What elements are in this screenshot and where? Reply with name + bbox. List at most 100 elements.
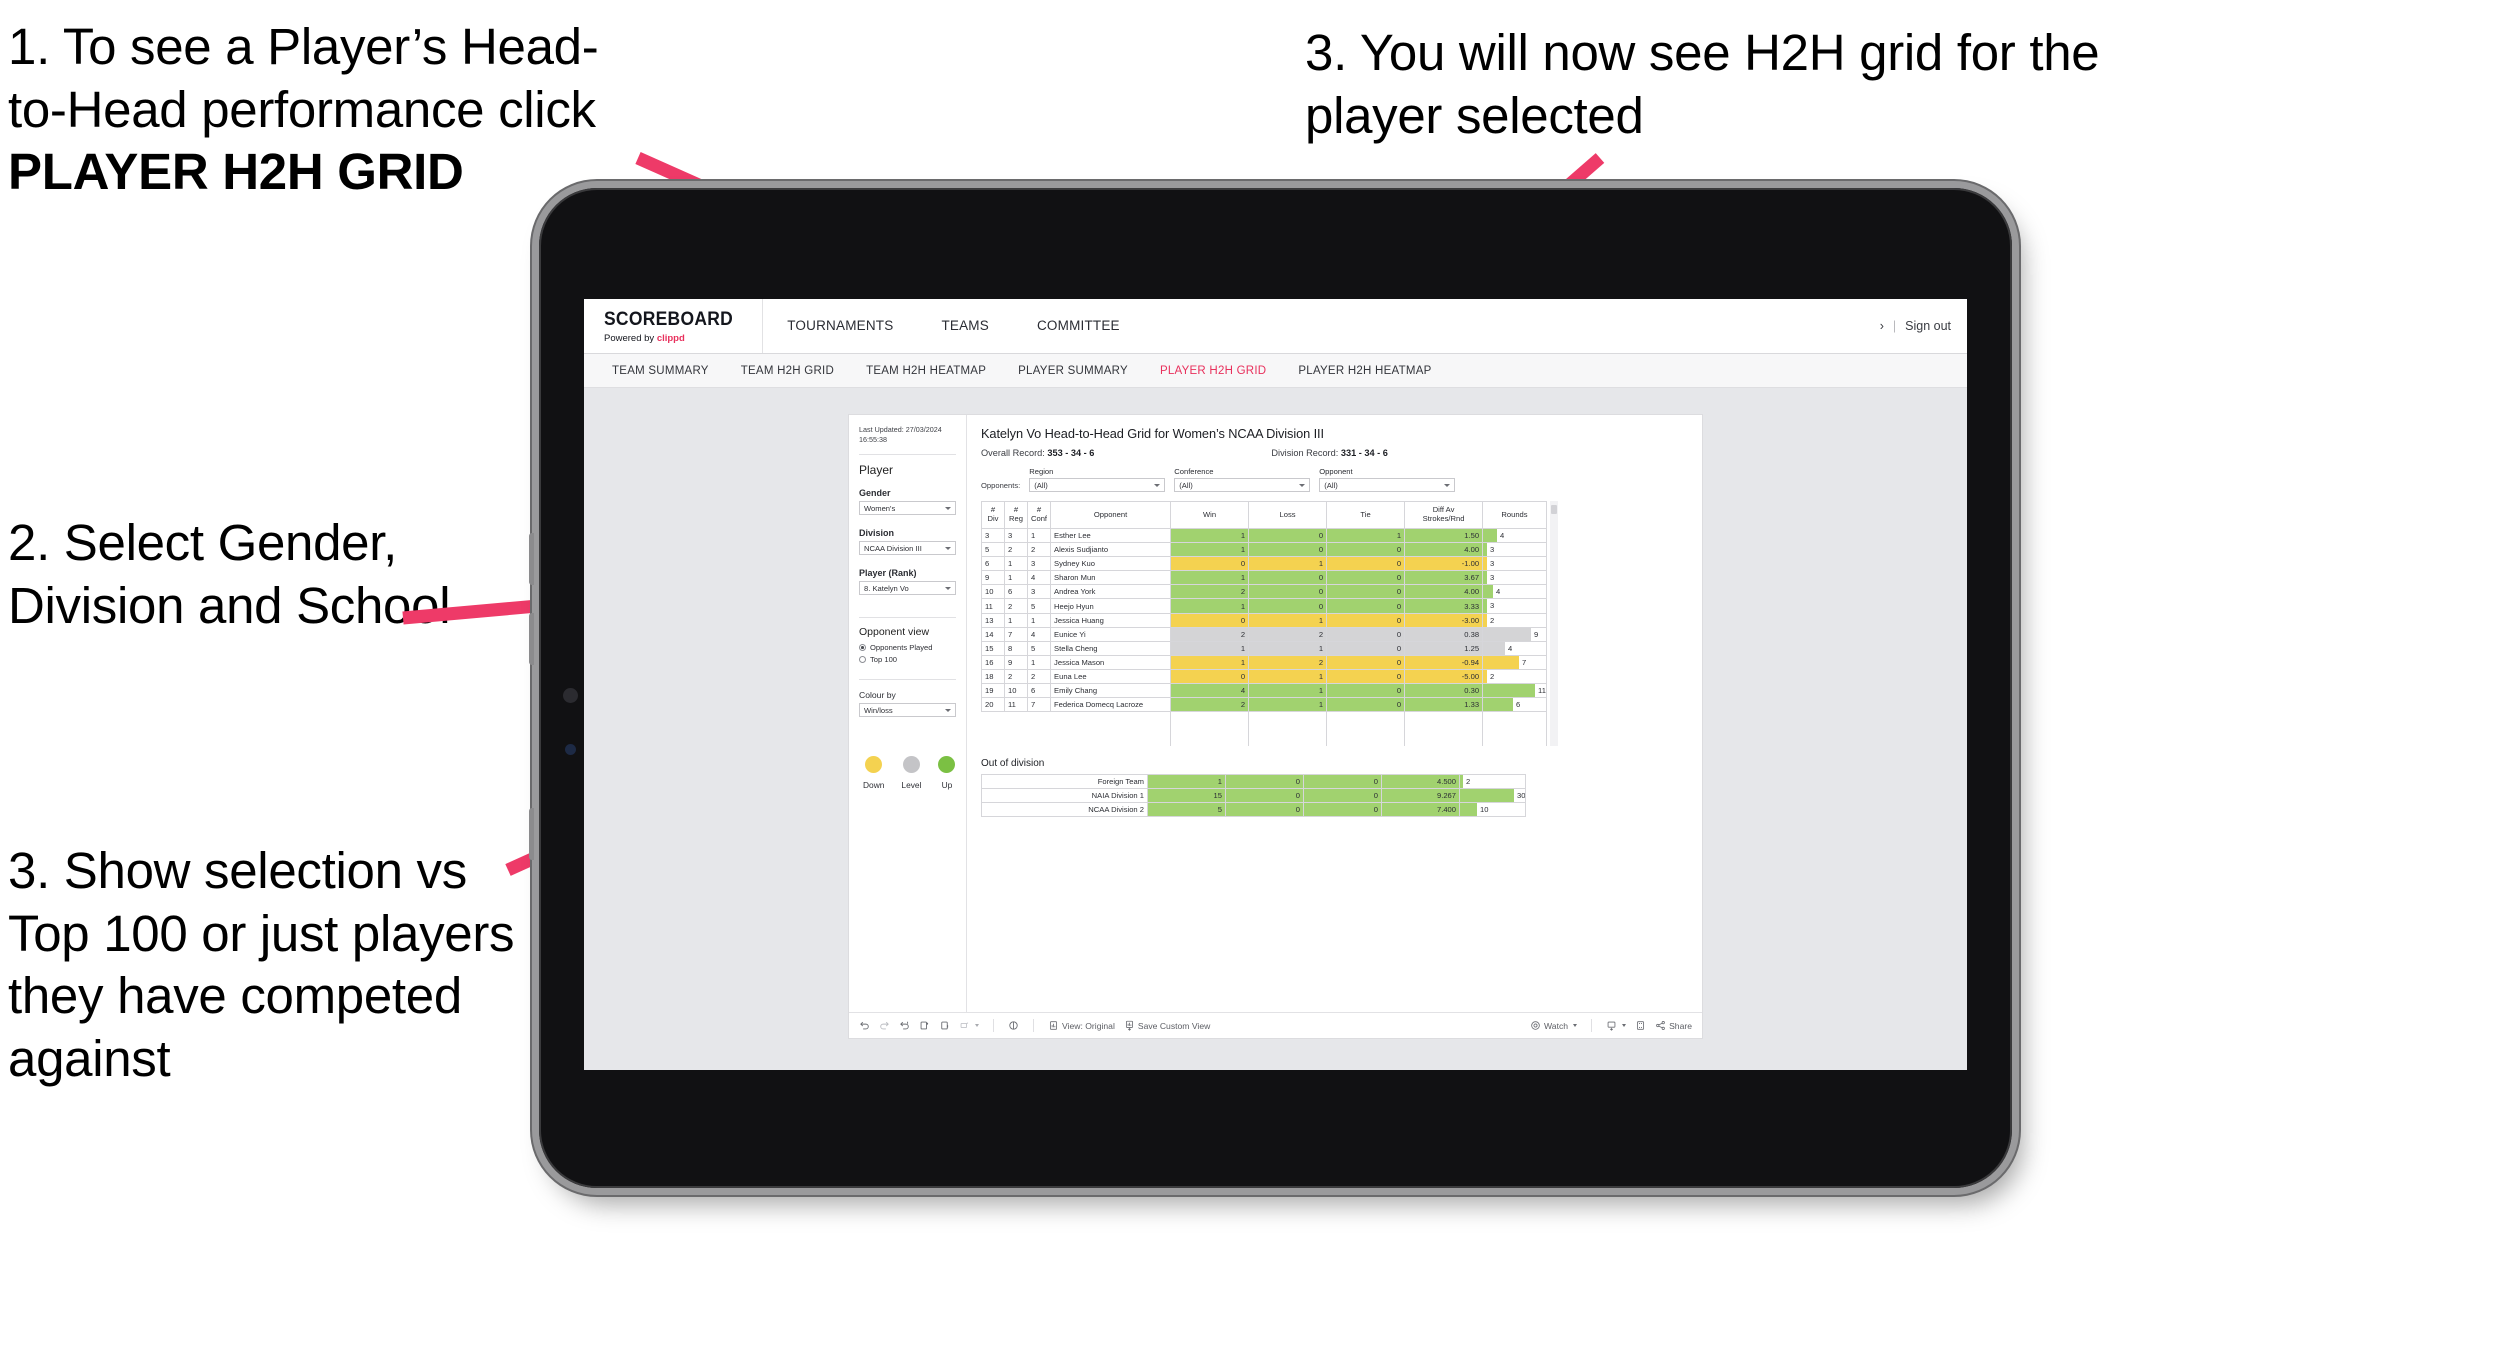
sign-out-link[interactable]: Sign out	[1905, 319, 1951, 333]
table-header-row: # Div # Reg # Conf Opponent Win Loss Tie Di…	[981, 501, 1547, 529]
tab-player-h2h-heatmap[interactable]: PLAYER H2H HEATMAP	[1282, 365, 1447, 377]
filter-region-select[interactable]: (All)	[1029, 478, 1166, 492]
cell-rounds: 2	[1482, 668, 1547, 685]
out-of-division-row[interactable]: Foreign Team 1 0 0 4.500 2	[981, 773, 1527, 789]
table-row[interactable]: 6 1 3 Sydney Kuo 0 1 0 -1.00 3	[981, 556, 1547, 572]
radio-top-100[interactable]: Top 100	[859, 655, 956, 664]
tab-team-summary[interactable]: TEAM SUMMARY	[596, 365, 725, 377]
cell-tie: 0	[1326, 640, 1406, 656]
save-custom-view-button[interactable]: Save Custom View	[1124, 1020, 1210, 1031]
cell-loss: 1	[1248, 697, 1328, 713]
filter-opponent-select[interactable]: (All)	[1319, 478, 1456, 492]
power-button[interactable]	[529, 808, 534, 860]
table-row[interactable]: 18 2 2 Euna Lee 0 1 0 -5.00 2	[981, 668, 1547, 685]
table-vertical-scrollbar[interactable]	[1549, 501, 1558, 746]
chevron-down-icon	[945, 587, 951, 591]
nav-item-teams[interactable]: TEAMS	[917, 299, 1013, 353]
nav-item-tournaments[interactable]: TOURNAMENTS	[763, 299, 917, 353]
cell-rounds: 4	[1482, 527, 1547, 544]
cell-reg: 1	[1004, 570, 1028, 586]
radio-top-100-label: Top 100	[870, 655, 898, 665]
cell-opponent: Eunice Yi	[1050, 626, 1172, 642]
table-row[interactable]: 9 1 4 Sharon Mun 1 0 0 3.67 3	[981, 570, 1547, 586]
out-of-division-row[interactable]: NCAA Division 2 5 0 0 7.400 10	[981, 801, 1527, 818]
table-row[interactable]: 13 1 1 Jessica Huang 0 1 0 -3.00 2	[981, 612, 1547, 628]
pause-button[interactable]	[939, 1020, 950, 1031]
out-of-division-row[interactable]: NAIA Division 1 15 0 0 9.267 30	[981, 787, 1527, 803]
chevron-down-icon	[1444, 484, 1451, 487]
col-win[interactable]: Win	[1170, 501, 1250, 529]
cell-win: 0	[1170, 556, 1250, 572]
col-reg[interactable]: # Reg	[1004, 501, 1028, 529]
cell-opponent: Sharon Mun	[1050, 570, 1172, 586]
cell-conf: 3	[1026, 584, 1052, 600]
table-scrollbar-thumb[interactable]	[1550, 505, 1557, 514]
highlight-button[interactable]	[1008, 1020, 1019, 1031]
radio-opponents-played[interactable]: Opponents Played	[859, 643, 956, 652]
table-row[interactable]: 11 2 5 Heejo Hyun 1 0 0 3.33 3	[981, 598, 1547, 614]
col-div[interactable]: # Div	[981, 501, 1005, 529]
account-chevron-icon[interactable]: ›	[1880, 319, 1884, 333]
col-loss[interactable]: Loss	[1248, 501, 1328, 529]
filter-gender-value: Women's	[864, 503, 896, 513]
redo-button[interactable]	[879, 1020, 890, 1031]
tab-team-h2h-heatmap[interactable]: TEAM H2H HEATMAP	[850, 365, 1002, 377]
cell-reg: 9	[1004, 654, 1028, 670]
share-button[interactable]: Share	[1655, 1020, 1692, 1031]
table-row[interactable]: 14 7 4 Eunice Yi 2 2 0 0.38 9	[981, 626, 1547, 642]
filter-region: Region (All)	[1029, 467, 1166, 492]
cell-div: 5	[981, 542, 1005, 558]
filter-gender-select[interactable]: Women's	[859, 501, 956, 516]
table-row[interactable]: 15 8 5 Stella Cheng 1 1 0 1.25 4	[981, 640, 1547, 656]
col-opponent[interactable]: Opponent	[1050, 501, 1172, 529]
col-tie[interactable]: Tie	[1326, 501, 1406, 529]
tab-player-summary[interactable]: PLAYER SUMMARY	[1002, 365, 1144, 377]
cell-diff: 1.50	[1404, 527, 1484, 544]
filter-player-rank-select[interactable]: 8. Katelyn Vo	[859, 581, 956, 596]
watch-button[interactable]: Watch	[1530, 1020, 1578, 1031]
table-row[interactable]: 10 6 3 Andrea York 2 0 0 4.00 4	[981, 584, 1547, 600]
filter-division-select[interactable]: NCAA Division III	[859, 541, 956, 556]
cell-win: 1	[1170, 640, 1250, 656]
pan-tool-button[interactable]	[959, 1020, 979, 1031]
viz-body: Last Updated: 27/03/2024 16:55:38 Player…	[849, 415, 1702, 1012]
cell-conf: 5	[1026, 640, 1052, 656]
cell-diff: -0.94	[1404, 654, 1484, 670]
cell-div: 13	[981, 612, 1005, 628]
cell-rounds: 9	[1482, 626, 1547, 642]
refresh-button[interactable]	[919, 1020, 930, 1031]
view-original-button[interactable]: View: Original	[1048, 1020, 1115, 1031]
cell-win: 1	[1170, 542, 1250, 558]
undo-button[interactable]	[859, 1020, 870, 1031]
table-row[interactable]: 3 3 1 Esther Lee 1 0 1 1.50 4	[981, 527, 1547, 544]
chevron-down-icon	[945, 547, 951, 551]
tab-team-h2h-grid[interactable]: TEAM H2H GRID	[725, 365, 850, 377]
cell-loss: 0	[1248, 598, 1328, 614]
revert-button[interactable]	[899, 1020, 910, 1031]
brand-logo[interactable]: SCOREBOARD Powered by clippd	[584, 299, 764, 353]
volume-up-button[interactable]	[529, 533, 534, 585]
col-rounds[interactable]: Rounds	[1482, 501, 1547, 529]
table-row[interactable]: 19 10 6 Emily Chang 4 1 0 0.30 11	[981, 683, 1547, 699]
col-conf[interactable]: # Conf	[1026, 501, 1052, 529]
volume-down-button[interactable]	[529, 613, 534, 665]
cell-loss: 1	[1248, 668, 1328, 685]
cell-div: 6	[981, 556, 1005, 572]
filter-conference-select[interactable]: (All)	[1174, 478, 1311, 492]
table-row[interactable]: 20 11 7 Federica Domecq Lacroze 2 1 0 1.33 6	[981, 697, 1547, 713]
table-row[interactable]: 16 9 1 Jessica Mason 1 2 0 -0.94 7	[981, 654, 1547, 670]
annotation-step-2: 2. Select Gender, Division and School	[8, 514, 451, 634]
filter-colour-by-select[interactable]: Win/loss	[859, 703, 956, 718]
cell-opponent: Stella Cheng	[1050, 640, 1172, 656]
nav-item-committee[interactable]: COMMITTEE	[1013, 299, 1144, 353]
cell-conf: 6	[1026, 683, 1052, 699]
colour-legend: Down Level Up	[859, 756, 956, 790]
cell-rounds: 4	[1482, 584, 1547, 600]
table-row[interactable]: 5 2 2 Alexis Sudjianto 1 0 0 4.00 3	[981, 542, 1547, 558]
tableau-viz: Last Updated: 27/03/2024 16:55:38 Player…	[848, 414, 1703, 1039]
col-diff[interactable]: Diff Av Strokes/Rnd	[1404, 501, 1484, 529]
download-button[interactable]	[1606, 1020, 1627, 1031]
cell-rounds: 2	[1482, 612, 1547, 628]
fullscreen-button[interactable]	[1635, 1020, 1646, 1031]
tab-player-h2h-grid[interactable]: PLAYER H2H GRID	[1144, 365, 1282, 377]
